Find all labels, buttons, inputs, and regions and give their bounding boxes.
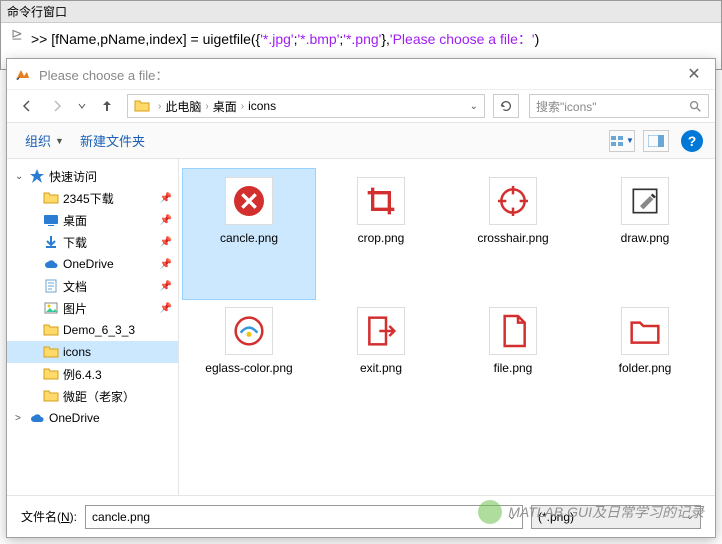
file-item[interactable]: exit.png [315, 299, 447, 429]
chevron-down-icon: ⌄ [686, 511, 694, 522]
tree-item[interactable]: 桌面📌 [7, 209, 178, 231]
tree-item[interactable]: 微距（老家） [7, 385, 178, 407]
recent-dropdown[interactable] [73, 93, 91, 119]
nav-bar: › 此电脑 › 桌面 › icons ⌄ 搜索"icons" [7, 89, 715, 123]
file-name: crop.png [358, 231, 405, 245]
back-button[interactable] [13, 93, 41, 119]
file-name: crosshair.png [477, 231, 548, 245]
file-type-filter[interactable]: (*.png) ⌄ [531, 505, 701, 529]
tree-item[interactable]: 下载📌 [7, 231, 178, 253]
file-item[interactable]: crosshair.png [447, 169, 579, 299]
file-name: file.png [494, 361, 533, 375]
folder-tree[interactable]: ⌄快速访问2345下载📌桌面📌下载📌OneDrive📌文档📌图片📌Demo_6_… [7, 159, 179, 495]
crumb-segment[interactable]: 桌面 [213, 98, 237, 115]
filename-input[interactable]: cancle.png ⌄ [85, 505, 523, 529]
file-name: exit.png [360, 361, 402, 375]
pin-icon: 📌 [160, 237, 172, 248]
command-window-title: 命令行窗口 [1, 1, 721, 23]
file-thumbnail [225, 307, 273, 355]
file-name: draw.png [621, 231, 670, 245]
tree-item[interactable]: OneDrive📌 [7, 253, 178, 275]
crumb-segment[interactable]: 此电脑 [165, 98, 201, 115]
filename-label: 文件名(N): [21, 508, 77, 525]
search-icon [688, 99, 702, 113]
new-folder-button[interactable]: 新建文件夹 [74, 127, 151, 154]
dialog-title: Please choose a file： [39, 65, 168, 84]
file-item[interactable]: folder.png [579, 299, 711, 429]
matlab-logo-icon [15, 66, 31, 82]
file-thumbnail [357, 177, 405, 225]
preview-pane-button[interactable] [643, 130, 669, 152]
toolbar: 组织▼ 新建文件夹 ▼ ? [7, 123, 715, 159]
chevron-right-icon: › [154, 101, 165, 112]
tree-item[interactable]: Demo_6_3_3 [7, 319, 178, 341]
breadcrumb[interactable]: › 此电脑 › 桌面 › icons ⌄ [127, 94, 485, 118]
search-placeholder: 搜索"icons" [536, 98, 597, 115]
file-item[interactable]: file.png [447, 299, 579, 429]
chevron-down-icon[interactable]: ⌄ [466, 101, 482, 112]
pin-icon: 📌 [160, 193, 172, 204]
refresh-button[interactable] [493, 94, 519, 118]
forward-button[interactable] [43, 93, 71, 119]
bottom-bar: 文件名(N): cancle.png ⌄ (*.png) ⌄ [7, 495, 715, 537]
file-name: eglass-color.png [205, 361, 292, 375]
pin-icon: 📌 [160, 281, 172, 292]
tree-item[interactable]: icons [7, 341, 178, 363]
titlebar: Please choose a file： ✕ [7, 59, 715, 89]
chevron-down-icon[interactable]: ⌄ [508, 511, 516, 522]
tree-item[interactable]: ⌄快速访问 [7, 165, 178, 187]
chevron-right-icon: › [201, 101, 212, 112]
file-name: cancle.png [220, 231, 278, 245]
file-thumbnail [357, 307, 405, 355]
chevron-right-icon: › [237, 101, 248, 112]
file-thumbnail [225, 177, 273, 225]
file-name: folder.png [619, 361, 672, 375]
file-thumbnail [621, 177, 669, 225]
organize-menu[interactable]: 组织▼ [19, 127, 70, 154]
file-thumbnail [489, 177, 537, 225]
pin-icon: 📌 [160, 259, 172, 270]
pin-icon: 📌 [160, 215, 172, 226]
up-button[interactable] [93, 93, 121, 119]
file-item[interactable]: eglass-color.png [183, 299, 315, 429]
file-thumbnail [489, 307, 537, 355]
file-item[interactable]: cancle.png [183, 169, 315, 299]
tree-item[interactable]: >OneDrive [7, 407, 178, 429]
file-item[interactable]: crop.png [315, 169, 447, 299]
pin-icon: 📌 [160, 303, 172, 314]
tree-item[interactable]: 例6.4.3 [7, 363, 178, 385]
file-dialog: Please choose a file： ✕ › 此电脑 › 桌面 › ico… [6, 58, 716, 538]
output-toggle-icon[interactable]: ⊵ [11, 27, 23, 41]
tree-item[interactable]: 2345下载📌 [7, 187, 178, 209]
tree-item[interactable]: 图片📌 [7, 297, 178, 319]
search-input[interactable]: 搜索"icons" [529, 94, 709, 118]
file-grid[interactable]: cancle.png crop.png crosshair.png draw.png e… [179, 159, 715, 495]
view-options-button[interactable]: ▼ [609, 130, 635, 152]
crumb-segment[interactable]: icons [248, 99, 276, 113]
close-button[interactable]: ✕ [673, 59, 715, 89]
file-item[interactable]: draw.png [579, 169, 711, 299]
folder-icon [134, 98, 150, 114]
file-thumbnail [621, 307, 669, 355]
help-button[interactable]: ? [681, 130, 703, 152]
tree-item[interactable]: 文档📌 [7, 275, 178, 297]
